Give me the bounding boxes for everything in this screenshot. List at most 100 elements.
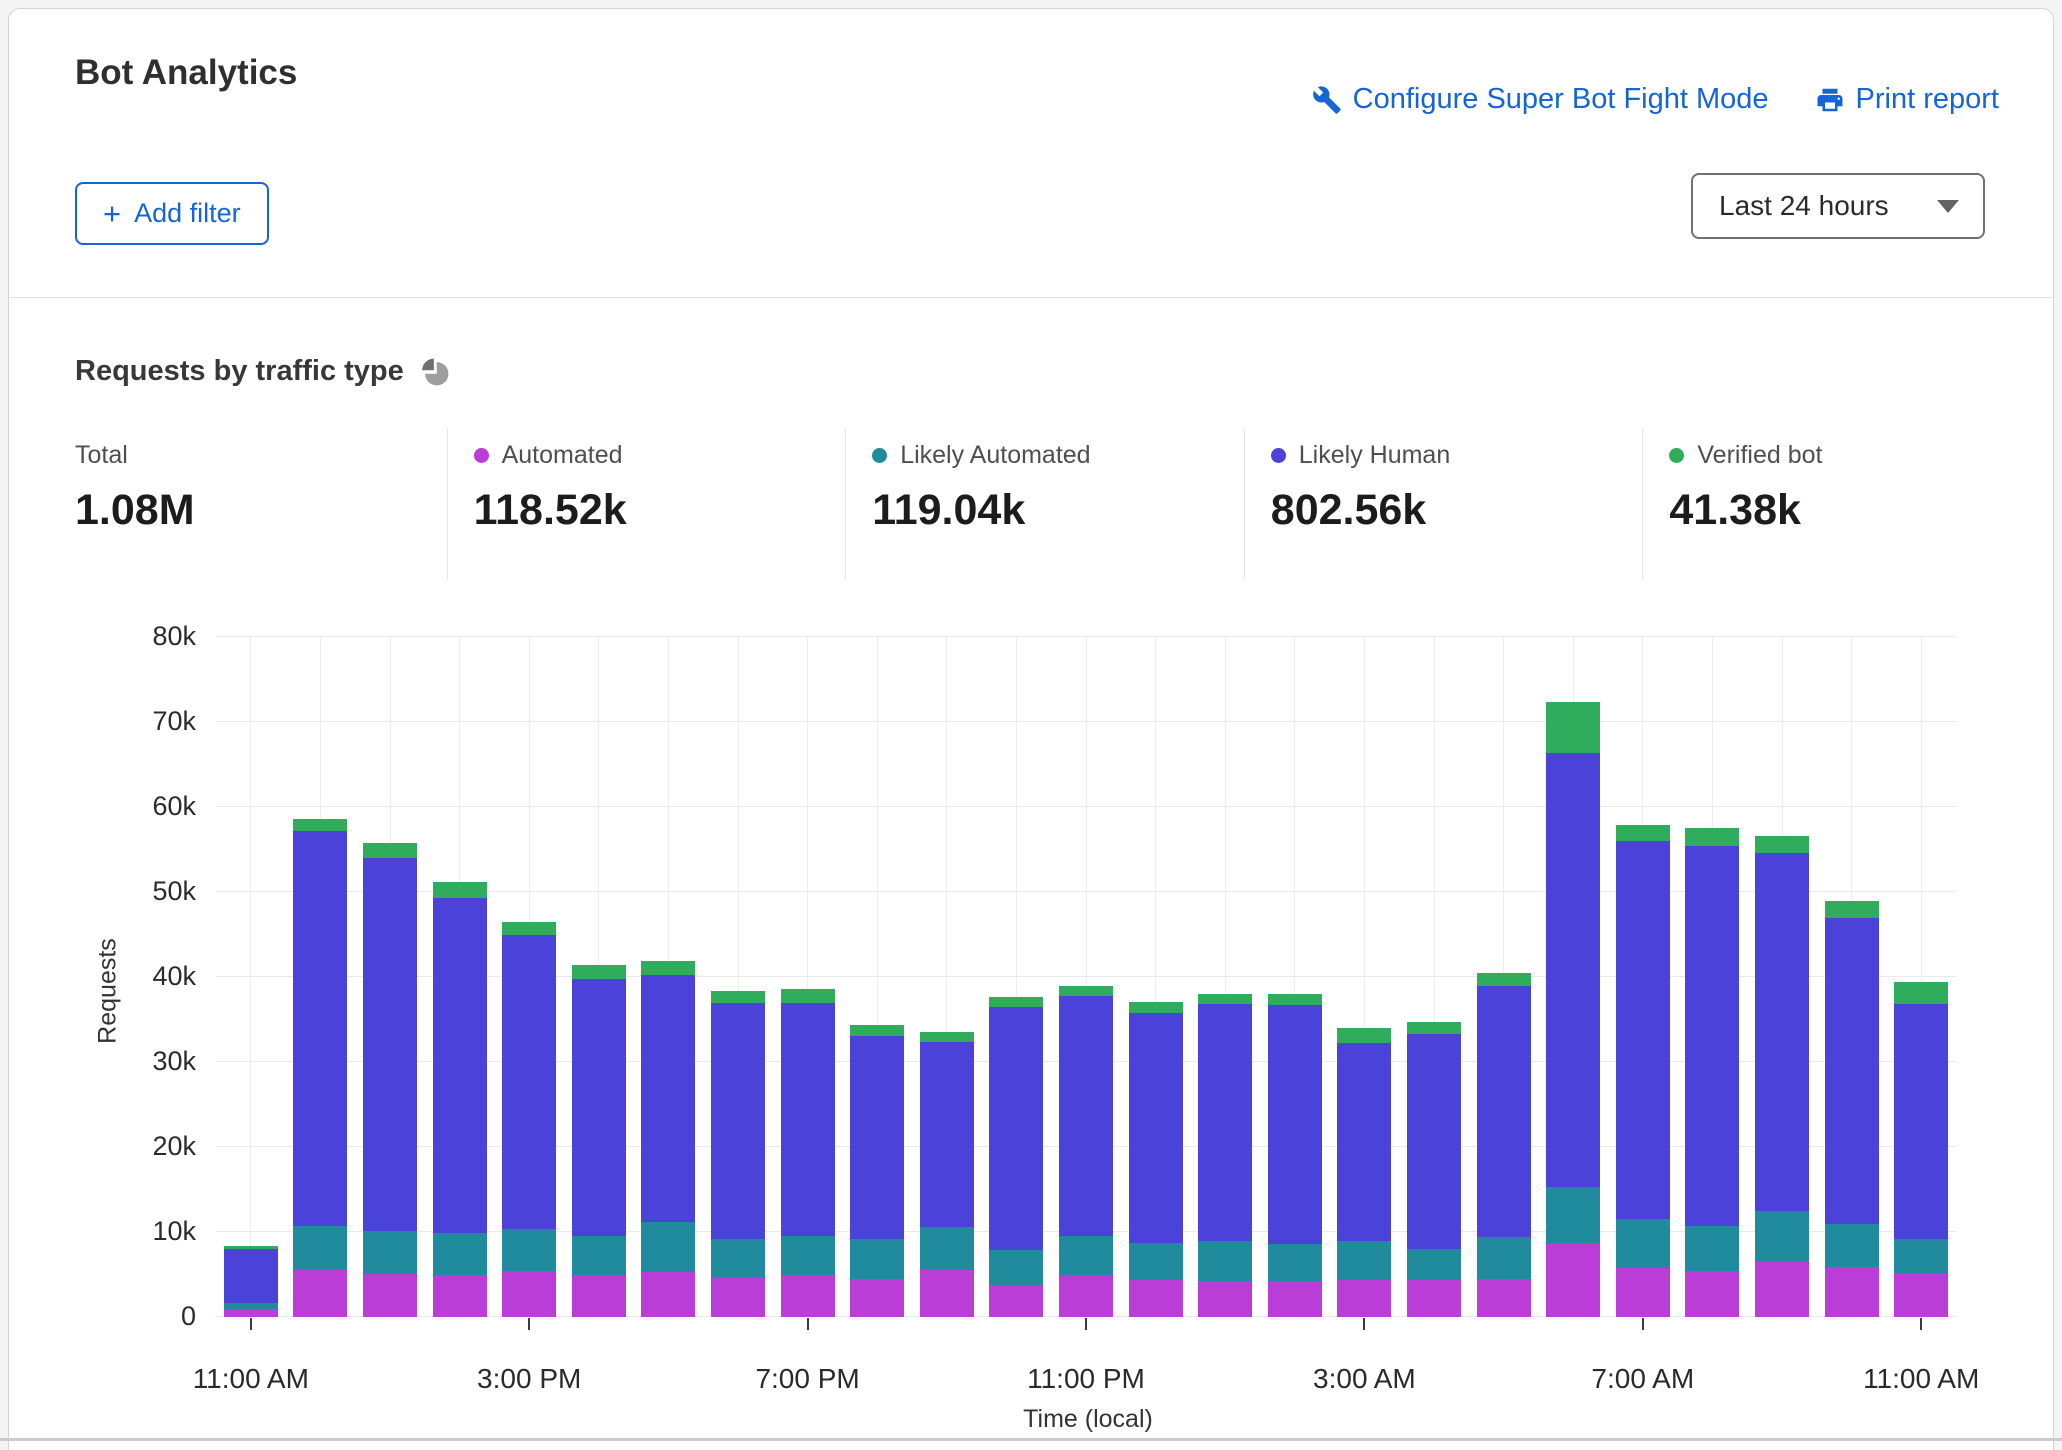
bar-segment-verified-bot[interactable] <box>363 843 417 858</box>
bar-segment-verified-bot[interactable] <box>781 989 835 1003</box>
bar-segment-verified-bot[interactable] <box>989 997 1043 1007</box>
bar-segment-likely-human[interactable] <box>1825 918 1879 1223</box>
bar-segment-likely-automated[interactable] <box>572 1236 626 1274</box>
bar-segment-automated[interactable] <box>920 1270 974 1317</box>
bar-segment-likely-human[interactable] <box>1755 853 1809 1211</box>
bar-segment-likely-automated[interactable] <box>641 1222 695 1272</box>
bar-segment-likely-human[interactable] <box>1268 1005 1322 1244</box>
bar-segment-automated[interactable] <box>711 1277 765 1317</box>
bar-segment-automated[interactable] <box>1616 1268 1670 1317</box>
bar-segment-likely-automated[interactable] <box>711 1239 765 1277</box>
bar-segment-verified-bot[interactable] <box>1407 1022 1461 1034</box>
add-filter-button[interactable]: + Add filter <box>75 182 269 245</box>
bar-segment-likely-automated[interactable] <box>1825 1224 1879 1267</box>
bar-segment-verified-bot[interactable] <box>1198 994 1252 1004</box>
bar-segment-likely-human[interactable] <box>1129 1013 1183 1243</box>
bar-segment-automated[interactable] <box>1755 1261 1809 1317</box>
bar-segment-likely-automated[interactable] <box>989 1250 1043 1285</box>
bar-segment-automated[interactable] <box>1337 1280 1391 1317</box>
bar-segment-likely-automated[interactable] <box>1407 1249 1461 1280</box>
bar-segment-likely-automated[interactable] <box>363 1231 417 1274</box>
bar-segment-likely-human[interactable] <box>850 1036 904 1239</box>
bar-segment-likely-automated[interactable] <box>293 1226 347 1270</box>
bar-segment-likely-human[interactable] <box>641 975 695 1222</box>
bar-segment-likely-human[interactable] <box>781 1003 835 1236</box>
bar-segment-automated[interactable] <box>1059 1275 1113 1317</box>
bar-segment-likely-human[interactable] <box>572 979 626 1237</box>
bar-segment-likely-automated[interactable] <box>1755 1211 1809 1261</box>
bar-segment-verified-bot[interactable] <box>433 882 487 898</box>
bar-segment-automated[interactable] <box>572 1275 626 1318</box>
bar-segment-automated[interactable] <box>1477 1279 1531 1317</box>
bar-segment-likely-automated[interactable] <box>1129 1243 1183 1280</box>
bar-segment-likely-human[interactable] <box>224 1249 278 1303</box>
bar-segment-verified-bot[interactable] <box>1477 973 1531 986</box>
bar-segment-likely-automated[interactable] <box>781 1236 835 1274</box>
bar-segment-automated[interactable] <box>1268 1281 1322 1317</box>
bar-segment-automated[interactable] <box>1407 1280 1461 1317</box>
bar-segment-likely-automated[interactable] <box>1685 1226 1739 1271</box>
bar-segment-likely-human[interactable] <box>1407 1034 1461 1249</box>
bar-segment-verified-bot[interactable] <box>1755 836 1809 853</box>
bar-segment-verified-bot[interactable] <box>1546 702 1600 752</box>
bar-segment-verified-bot[interactable] <box>1616 825 1670 841</box>
bar-segment-automated[interactable] <box>1129 1280 1183 1317</box>
bar-segment-likely-human[interactable] <box>711 1003 765 1238</box>
bar-segment-automated[interactable] <box>1546 1243 1600 1317</box>
bar-segment-likely-human[interactable] <box>363 858 417 1231</box>
bar-segment-verified-bot[interactable] <box>502 922 556 935</box>
bar-segment-likely-automated[interactable] <box>920 1227 974 1270</box>
bar-segment-likely-automated[interactable] <box>1616 1219 1670 1267</box>
bar-segment-likely-automated[interactable] <box>502 1229 556 1271</box>
bar-segment-automated[interactable] <box>1825 1267 1879 1317</box>
bar-segment-verified-bot[interactable] <box>1825 901 1879 919</box>
bar-segment-automated[interactable] <box>363 1274 417 1317</box>
bar-segment-likely-human[interactable] <box>1059 996 1113 1237</box>
bar-segment-likely-automated[interactable] <box>1477 1237 1531 1279</box>
bar-segment-likely-human[interactable] <box>1198 1004 1252 1240</box>
bar-segment-likely-automated[interactable] <box>1268 1244 1322 1281</box>
bar-segment-likely-human[interactable] <box>433 898 487 1233</box>
time-range-dropdown[interactable]: Last 24 hours <box>1691 173 1985 239</box>
bar-segment-likely-human[interactable] <box>293 831 347 1226</box>
bar-segment-likely-automated[interactable] <box>1337 1241 1391 1281</box>
bar-segment-automated[interactable] <box>989 1285 1043 1317</box>
bar-segment-automated[interactable] <box>293 1270 347 1317</box>
bar-segment-likely-automated[interactable] <box>1198 1241 1252 1282</box>
bar-segment-verified-bot[interactable] <box>1129 1002 1183 1013</box>
bar-segment-verified-bot[interactable] <box>293 819 347 831</box>
bar-segment-automated[interactable] <box>224 1309 278 1318</box>
print-report-link[interactable]: Print report <box>1815 83 1999 116</box>
bar-segment-likely-human[interactable] <box>1477 986 1531 1238</box>
bar-segment-automated[interactable] <box>433 1275 487 1318</box>
bar-segment-likely-automated[interactable] <box>1894 1239 1948 1273</box>
bar-segment-verified-bot[interactable] <box>1268 994 1322 1005</box>
bar-segment-likely-automated[interactable] <box>1546 1187 1600 1243</box>
bar-segment-likely-human[interactable] <box>1337 1043 1391 1240</box>
bar-segment-likely-automated[interactable] <box>850 1239 904 1279</box>
bar-segment-automated[interactable] <box>850 1279 904 1317</box>
bar-segment-likely-human[interactable] <box>920 1042 974 1227</box>
bar-segment-verified-bot[interactable] <box>572 965 626 979</box>
configure-super-bot-fight-mode-link[interactable]: Configure Super Bot Fight Mode <box>1312 83 1769 116</box>
bar-segment-likely-automated[interactable] <box>224 1303 278 1309</box>
bar-segment-likely-human[interactable] <box>1616 841 1670 1219</box>
bar-segment-verified-bot[interactable] <box>711 991 765 1004</box>
bar-segment-automated[interactable] <box>781 1275 835 1318</box>
bar-segment-automated[interactable] <box>1685 1271 1739 1317</box>
bar-segment-verified-bot[interactable] <box>850 1025 904 1036</box>
bar-segment-likely-automated[interactable] <box>1059 1236 1113 1275</box>
bar-segment-verified-bot[interactable] <box>1059 986 1113 996</box>
bar-segment-automated[interactable] <box>1198 1281 1252 1317</box>
bar-segment-likely-human[interactable] <box>989 1007 1043 1250</box>
bar-segment-automated[interactable] <box>502 1271 556 1317</box>
bar-segment-likely-human[interactable] <box>1546 753 1600 1187</box>
bar-segment-automated[interactable] <box>641 1272 695 1317</box>
bar-segment-likely-human[interactable] <box>502 935 556 1230</box>
bar-segment-likely-human[interactable] <box>1685 846 1739 1226</box>
bar-segment-verified-bot[interactable] <box>1685 828 1739 846</box>
bar-segment-verified-bot[interactable] <box>1894 982 1948 1004</box>
bar-segment-verified-bot[interactable] <box>920 1032 974 1041</box>
bar-segment-verified-bot[interactable] <box>1337 1028 1391 1043</box>
bar-segment-likely-automated[interactable] <box>433 1233 487 1275</box>
